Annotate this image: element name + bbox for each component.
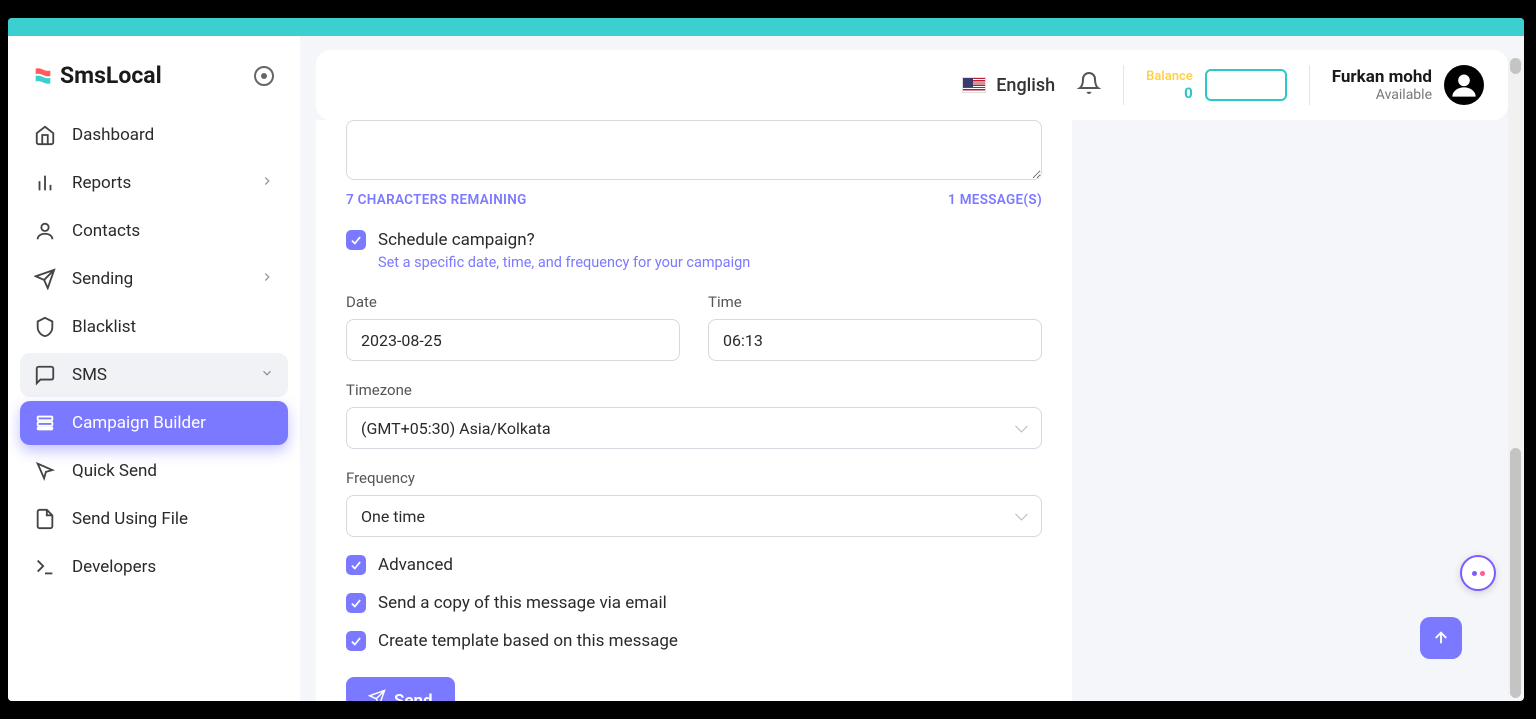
sidebar: SmsLocal Dashboard Reports Contacts	[8, 36, 300, 701]
timezone-select[interactable]	[346, 407, 1042, 449]
user-menu[interactable]: Furkan mohd Available	[1332, 65, 1484, 105]
logo-mark-icon	[32, 65, 54, 87]
home-icon	[34, 124, 56, 146]
nav-label: Blacklist	[72, 317, 136, 337]
schedule-checkbox[interactable]	[346, 230, 366, 250]
shield-icon	[34, 316, 56, 338]
sidebar-item-dashboard[interactable]: Dashboard	[20, 113, 288, 157]
advanced-checkbox[interactable]	[346, 555, 366, 575]
date-label: Date	[346, 293, 680, 311]
app-name: SmsLocal	[60, 62, 162, 89]
scrollbar-thumb[interactable]	[1510, 448, 1521, 698]
language-selector[interactable]: English	[962, 75, 1055, 96]
sidebar-item-blacklist[interactable]: Blacklist	[20, 305, 288, 349]
send-copy-label: Send a copy of this message via email	[378, 593, 667, 613]
divider	[1123, 65, 1124, 105]
flag-us-icon	[962, 77, 986, 93]
sidebar-item-contacts[interactable]: Contacts	[20, 209, 288, 253]
chevron-right-icon	[260, 269, 274, 289]
sidebar-item-campaign-builder[interactable]: Campaign Builder	[20, 401, 288, 445]
message-textarea[interactable]	[346, 120, 1042, 180]
nav-label: Reports	[72, 173, 131, 193]
target-icon[interactable]	[252, 64, 276, 88]
send-icon	[34, 268, 56, 290]
terminal-icon	[34, 556, 56, 578]
date-input[interactable]	[346, 319, 680, 361]
send-button[interactable]: Send	[346, 677, 455, 701]
sidebar-item-developers[interactable]: Developers	[20, 545, 288, 589]
nav-label: Developers	[72, 557, 156, 577]
scrollbar[interactable]	[1508, 58, 1523, 695]
main-content: English Balance 0 Furkan mohd Available	[300, 36, 1524, 701]
balance-label: Balance	[1146, 69, 1193, 84]
nav-label: Quick Send	[72, 461, 157, 481]
timezone-label: Timezone	[346, 381, 1042, 399]
sidebar-item-sms[interactable]: SMS	[20, 353, 288, 397]
scrollbar-arrow-up[interactable]	[1510, 58, 1521, 74]
message-count: 1 MESSAGE(S)	[948, 192, 1042, 208]
create-template-label: Create template based on this message	[378, 631, 678, 651]
chat-widget[interactable]	[1460, 555, 1496, 591]
nav-label: SMS	[72, 365, 107, 385]
avatar	[1444, 65, 1484, 105]
nav-label: Contacts	[72, 221, 140, 241]
balance-button[interactable]	[1205, 69, 1287, 101]
frequency-select[interactable]	[346, 495, 1042, 537]
bar-chart-icon	[34, 172, 56, 194]
sidebar-item-reports[interactable]: Reports	[20, 161, 288, 205]
schedule-sublabel: Set a specific date, time, and frequency…	[378, 254, 1042, 271]
sidebar-item-quick-send[interactable]: Quick Send	[20, 449, 288, 493]
chars-remaining: 7 CHARACTERS REMAINING	[346, 192, 527, 208]
header-bar: English Balance 0 Furkan mohd Available	[316, 50, 1508, 120]
chevron-right-icon	[260, 173, 274, 193]
nav-label: Dashboard	[72, 125, 154, 145]
time-input[interactable]	[708, 319, 1042, 361]
send-button-label: Send	[394, 691, 433, 702]
frequency-label: Frequency	[346, 469, 1042, 487]
scroll-top-button[interactable]	[1420, 617, 1462, 659]
create-template-checkbox[interactable]	[346, 631, 366, 651]
window-top-bar	[8, 18, 1524, 36]
cursor-icon	[34, 460, 56, 482]
nav-label: Campaign Builder	[72, 413, 206, 433]
language-label: English	[996, 75, 1055, 96]
send-copy-checkbox[interactable]	[346, 593, 366, 613]
sidebar-item-send-file[interactable]: Send Using File	[20, 497, 288, 541]
nav-label: Sending	[72, 269, 133, 289]
user-name: Furkan mohd	[1332, 67, 1432, 87]
message-icon	[34, 364, 56, 386]
scrollbar-arrow-down[interactable]	[1510, 679, 1521, 695]
balance-block: Balance 0	[1146, 69, 1287, 102]
balance-value: 0	[1146, 84, 1193, 102]
user-status: Available	[1332, 87, 1432, 103]
bell-icon[interactable]	[1077, 71, 1101, 99]
send-icon	[368, 689, 386, 701]
time-label: Time	[708, 293, 1042, 311]
user-icon	[34, 220, 56, 242]
file-icon	[34, 508, 56, 530]
campaign-form: 7 CHARACTERS REMAINING 1 MESSAGE(S) Sche…	[316, 120, 1072, 701]
nav-label: Send Using File	[72, 509, 188, 529]
schedule-label: Schedule campaign?	[378, 230, 535, 250]
layers-icon	[34, 412, 56, 434]
sidebar-item-sending[interactable]: Sending	[20, 257, 288, 301]
advanced-label: Advanced	[378, 555, 453, 575]
app-logo[interactable]: SmsLocal	[32, 62, 162, 89]
divider	[1309, 65, 1310, 105]
chevron-down-icon	[260, 365, 274, 385]
